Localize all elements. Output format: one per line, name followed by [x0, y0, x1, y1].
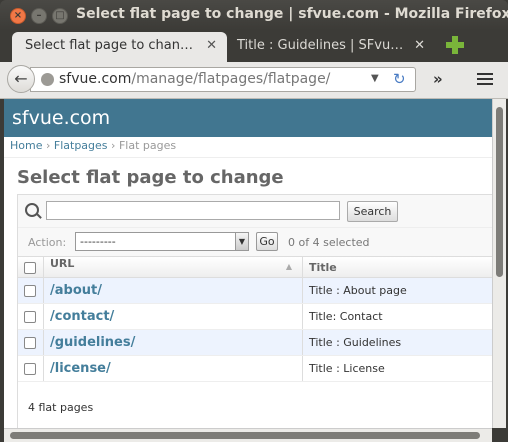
breadcrumb-separator: › — [111, 139, 116, 152]
horizontal-scrollbar[interactable] — [4, 428, 492, 442]
reload-icon[interactable]: ↻ — [393, 70, 406, 88]
row-checkbox[interactable] — [24, 285, 36, 297]
tab-guidelines[interactable]: Title : Guidelines | SFvu… ✕ — [228, 32, 433, 62]
title-bar: × – □ Select flat page to change | sfvue… — [0, 0, 508, 30]
page-content: sfvue.com Home › Flatpages › Flat pages … — [4, 99, 492, 428]
url-dropdown-icon[interactable]: ▼ — [371, 73, 379, 84]
window-title: Select flat page to change | sfvue.com -… — [76, 6, 508, 22]
row-checkbox[interactable] — [24, 311, 36, 323]
select-all-header — [18, 257, 44, 278]
column-header-url[interactable]: URL ▲ — [43, 257, 303, 278]
url-cell: /license/ — [43, 355, 303, 382]
url-path: /manage/flatpages/flatpage/ — [131, 71, 331, 87]
action-select[interactable]: --------- ▼ — [75, 232, 249, 251]
selected-count: 0 of 4 selected — [288, 236, 370, 249]
select-all-checkbox[interactable] — [24, 261, 36, 274]
tab-close-icon[interactable]: ✕ — [206, 32, 217, 60]
window-maximize-button[interactable]: □ — [52, 8, 68, 24]
url-cell: /about/ — [43, 277, 303, 304]
navigation-bar: sfvue.com/manage/flatpages/flatpage/ ▼ ↻… — [0, 62, 508, 99]
url-bar[interactable]: sfvue.com/manage/flatpages/flatpage/ ▼ ↻ — [30, 67, 416, 92]
column-header-title[interactable]: Title — [302, 257, 492, 278]
row-select-cell — [18, 355, 44, 382]
menu-hamburger-icon[interactable] — [477, 73, 493, 85]
site-header: sfvue.com — [4, 99, 492, 137]
tab-label: Select flat page to chan… — [25, 38, 193, 53]
action-selected-option: --------- — [80, 235, 116, 248]
column-header-url-label: URL — [50, 257, 75, 270]
paginator: 4 flat pages — [28, 401, 94, 414]
url-link[interactable]: /license/ — [50, 361, 111, 376]
scrollbar-thumb[interactable] — [496, 107, 503, 277]
scrollbar-thumb[interactable] — [10, 432, 480, 439]
table-row: /about/ Title : About page — [18, 277, 492, 304]
tab-select-flat-page[interactable]: Select flat page to chan… ✕ — [12, 32, 227, 62]
sort-ascending-icon[interactable]: ▲ — [286, 257, 292, 277]
window-minimize-button[interactable]: – — [31, 8, 47, 24]
vertical-scrollbar[interactable] — [492, 99, 506, 428]
table-row: /license/ Title : License — [18, 355, 492, 382]
search-toolbar: Search — [18, 195, 492, 228]
tab-label: Title : Guidelines | SFvu… — [237, 38, 404, 53]
back-button[interactable]: ← — [7, 65, 35, 93]
tab-close-icon[interactable]: ✕ — [414, 32, 425, 60]
column-header-title-label: Title — [309, 260, 337, 274]
url-host: sfvue.com — [59, 71, 132, 87]
actions-bar: Action: --------- ▼ Go 0 of 4 selected — [18, 228, 492, 257]
site-name[interactable]: sfvue.com — [12, 107, 110, 129]
breadcrumb-current: Flat pages — [118, 139, 177, 152]
search-icon — [25, 203, 39, 217]
results-table: URL ▲ Title /about/ Title : About page /c… — [18, 257, 492, 382]
tab-strip: Select flat page to chan… ✕ Title : Guid… — [0, 30, 508, 62]
breadcrumb-separator: › — [45, 139, 51, 152]
breadcrumb-home[interactable]: Home — [10, 139, 42, 152]
table-header-row: URL ▲ Title — [18, 257, 492, 278]
url-link[interactable]: /contact/ — [50, 309, 114, 324]
breadcrumb-flatpages[interactable]: Flatpages — [54, 139, 108, 152]
url-text: sfvue.com/manage/flatpages/flatpage/ — [59, 71, 330, 87]
page-title: Select flat page to change — [17, 167, 284, 188]
go-button[interactable]: Go — [256, 232, 278, 251]
changelist-module: Search Action: --------- ▼ Go 0 of 4 sel… — [17, 194, 492, 428]
table-row: /guidelines/ Title : Guidelines — [18, 329, 492, 356]
row-checkbox[interactable] — [24, 363, 36, 375]
url-link[interactable]: /about/ — [50, 283, 102, 298]
row-select-cell — [18, 303, 44, 330]
row-select-cell — [18, 277, 44, 304]
table-row: /contact/ Title: Contact — [18, 303, 492, 330]
browser-window: × – □ Select flat page to change | sfvue… — [0, 0, 508, 442]
title-cell: Title : License — [302, 355, 492, 382]
globe-icon — [41, 73, 54, 86]
search-button[interactable]: Search — [347, 201, 398, 222]
overflow-chevron-icon[interactable]: » — [433, 70, 443, 88]
title-cell: Title : Guidelines — [302, 329, 492, 356]
title-cell: Title : About page — [302, 277, 492, 304]
search-input[interactable] — [46, 201, 340, 220]
new-tab-plus-icon[interactable] — [446, 36, 464, 54]
row-checkbox[interactable] — [24, 337, 36, 349]
url-link[interactable]: /guidelines/ — [50, 335, 135, 350]
title-cell: Title: Contact — [302, 303, 492, 330]
breadcrumb: Home › Flatpages › Flat pages — [4, 137, 492, 158]
url-cell: /contact/ — [43, 303, 303, 330]
window-close-button[interactable]: × — [10, 8, 26, 24]
row-select-cell — [18, 329, 44, 356]
chevron-down-icon: ▼ — [235, 233, 248, 250]
url-cell: /guidelines/ — [43, 329, 303, 356]
action-label: Action: — [28, 236, 67, 249]
